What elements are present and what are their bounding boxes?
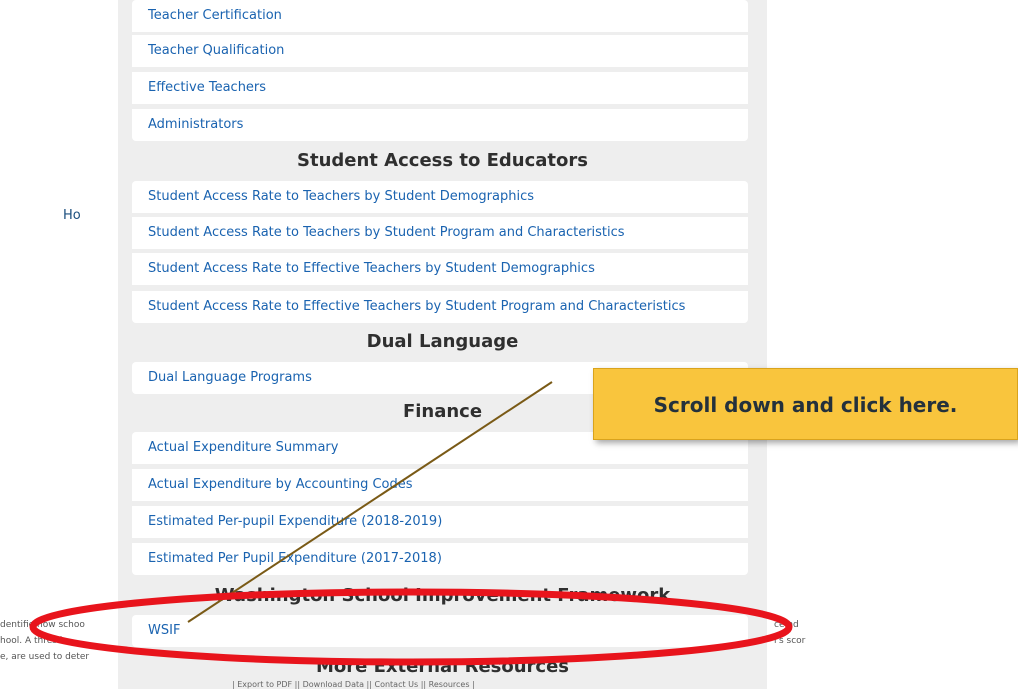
- pointer-line: [187, 381, 553, 623]
- annotation-overlay: [29, 381, 793, 666]
- callout-box: Scroll down and click here.: [593, 368, 1018, 440]
- highlight-ellipse: [29, 588, 793, 666]
